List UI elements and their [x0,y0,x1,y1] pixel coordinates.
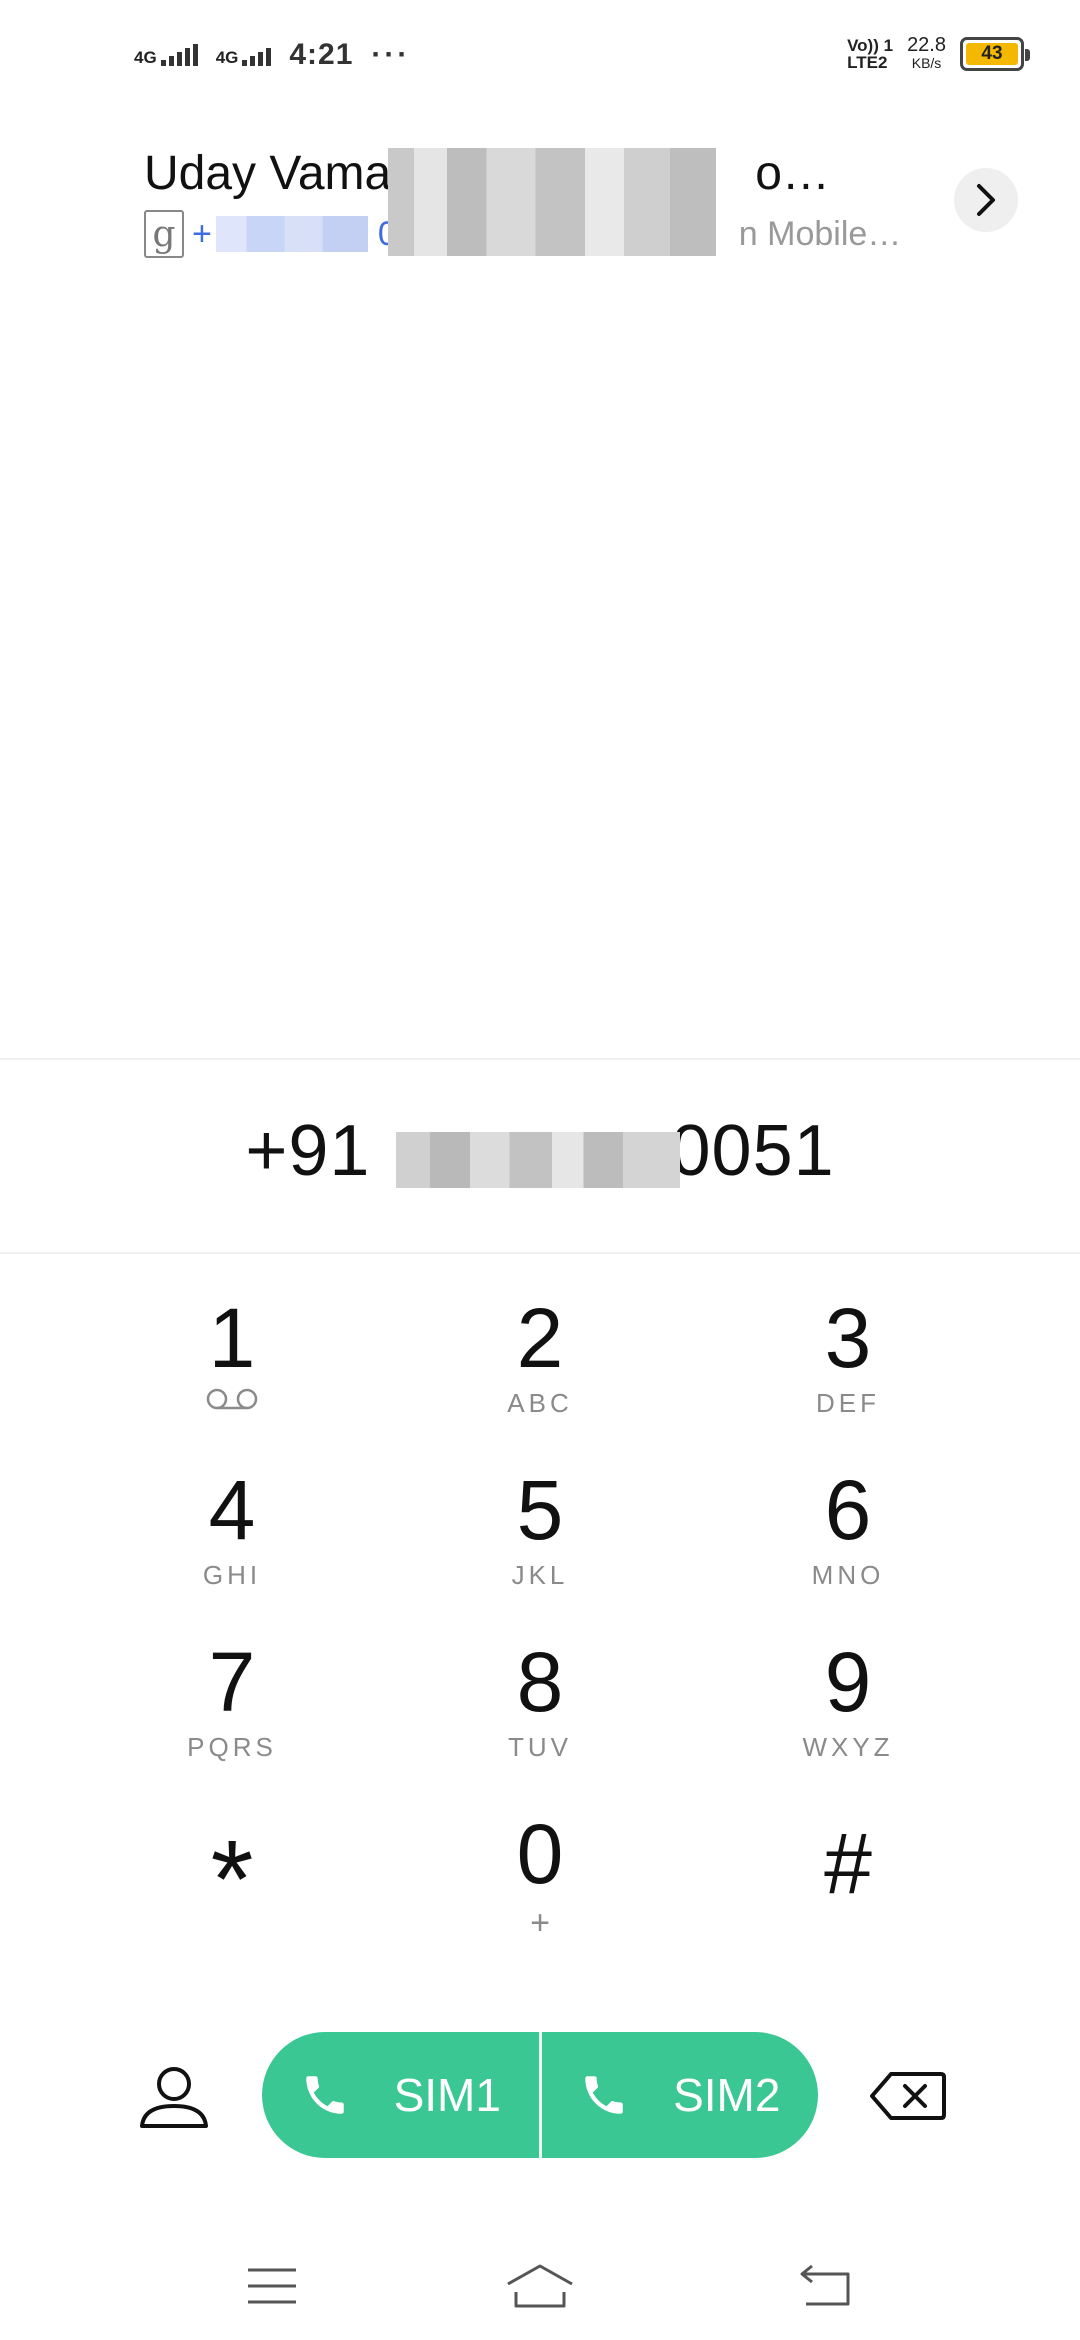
key-5[interactable]: 5 JKL [420,1462,660,1622]
sim1-label: SIM1 [393,2069,501,2121]
call-sim2-button[interactable]: SIM2 [542,2032,819,2158]
divider [0,1058,1080,1060]
volte-indicator: Vo)) 1 LTE2 [847,37,893,71]
back-button[interactable] [786,2256,866,2316]
navigation-bar [0,2240,1080,2340]
key-digit: 7 [208,1635,256,1729]
sim1-network-label: 4G [134,48,157,67]
key-digit: * [210,1818,254,1941]
sim2-label: SIM2 [673,2069,781,2121]
key-letters: GHI [202,1560,262,1590]
battery-icon: 43 [960,37,1030,71]
key-letters: ABC [507,1388,573,1418]
call-sim1-button[interactable]: SIM1 [262,2032,539,2158]
key-hash[interactable]: # [728,1804,968,1964]
suggestion-name-end: o… [755,147,830,200]
network-speed: 22.8 KB/s [907,34,946,72]
suggestion-number-start: + [192,214,212,253]
backspace-icon [870,2072,946,2120]
person-icon [140,2067,208,2128]
key-8[interactable]: 8 TUV [420,1634,660,1794]
sim1-signal: 4G [134,44,198,66]
backspace-button[interactable] [868,2066,948,2126]
home-icon [507,2264,573,2308]
sim2-signal: 4G [216,44,272,66]
key-digit: 0 [516,1807,564,1901]
dialer-screen: 4G 4G 4:21 ··· Vo)) 1 LTE2 22.8 KB/s 43 [0,0,1080,2340]
key-letters: WXYZ [802,1732,894,1762]
recents-button[interactable] [232,2256,312,2316]
volte-line1: Vo)) 1 [847,36,894,55]
key-digit: # [824,1816,872,1912]
key-digit: 4 [208,1463,256,1557]
key-letters: + [530,1904,550,1942]
status-left: 4G 4G 4:21 ··· [134,38,410,72]
more-notifications-icon: ··· [371,38,411,71]
key-7[interactable]: 7 PQRS [112,1634,352,1794]
battery-level: 43 [966,43,1018,65]
phone-icon [585,2076,623,2114]
redaction-blur [388,148,716,256]
clock: 4:21 [289,38,354,71]
sim-divider [538,2032,542,2158]
suggestion-carrier: n Mobile… [738,214,902,253]
signal-bars-icon [160,44,198,66]
key-6[interactable]: 6 MNO [728,1462,968,1622]
menu-icon [248,2268,296,2304]
key-2[interactable]: 2 ABC [420,1290,660,1450]
key-letters: DEF [816,1388,880,1418]
key-digit: 6 [824,1463,872,1557]
redaction-blur [396,1132,680,1188]
key-9[interactable]: 9 WXYZ [728,1634,968,1794]
dialed-number-prefix: +91 [245,1111,371,1191]
key-digit: 3 [824,1291,872,1385]
key-letters: JKL [511,1560,569,1590]
speed-unit: KB/s [911,55,942,71]
key-1[interactable]: 1 [112,1290,352,1450]
key-letters: TUV [508,1732,572,1762]
key-digit: 9 [824,1635,872,1729]
speed-value: 22.8 [907,34,946,56]
volte-line2: LTE2 [847,53,888,72]
sim2-network-label: 4G [215,48,239,67]
divider [0,1252,1080,1254]
key-digit: 8 [516,1635,564,1729]
home-button[interactable] [500,2256,580,2316]
back-icon [800,2264,850,2306]
key-digit: 2 [516,1291,564,1385]
suggestion-name-start: Uday Vama [144,147,392,200]
call-button-group: SIM1 SIM2 [262,2032,818,2158]
chevron-right-icon [977,184,995,216]
contacts-button[interactable] [136,2062,212,2132]
key-star[interactable]: * [112,1820,352,1980]
voicemail-icon [206,1388,258,1410]
status-right: Vo)) 1 LTE2 22.8 KB/s 43 [847,34,1030,72]
key-0[interactable]: 0 + [420,1806,660,1966]
phone-icon [305,2076,344,2114]
key-4[interactable]: 4 GHI [112,1462,352,1622]
key-letters: MNO [811,1560,885,1590]
key-digit: 5 [516,1463,564,1557]
key-digit: 1 [208,1291,256,1385]
google-account-icon: g [144,210,184,258]
key-3[interactable]: 3 DEF [728,1290,968,1450]
status-bar: 4G 4G 4:21 ··· Vo)) 1 LTE2 22.8 KB/s 43 [0,0,1080,120]
open-contact-button[interactable] [954,168,1018,232]
key-letters: PQRS [187,1732,277,1762]
dialed-number-suffix: 0051 [670,1111,835,1191]
signal-bars-icon [242,44,272,66]
redaction-blur [216,216,368,252]
